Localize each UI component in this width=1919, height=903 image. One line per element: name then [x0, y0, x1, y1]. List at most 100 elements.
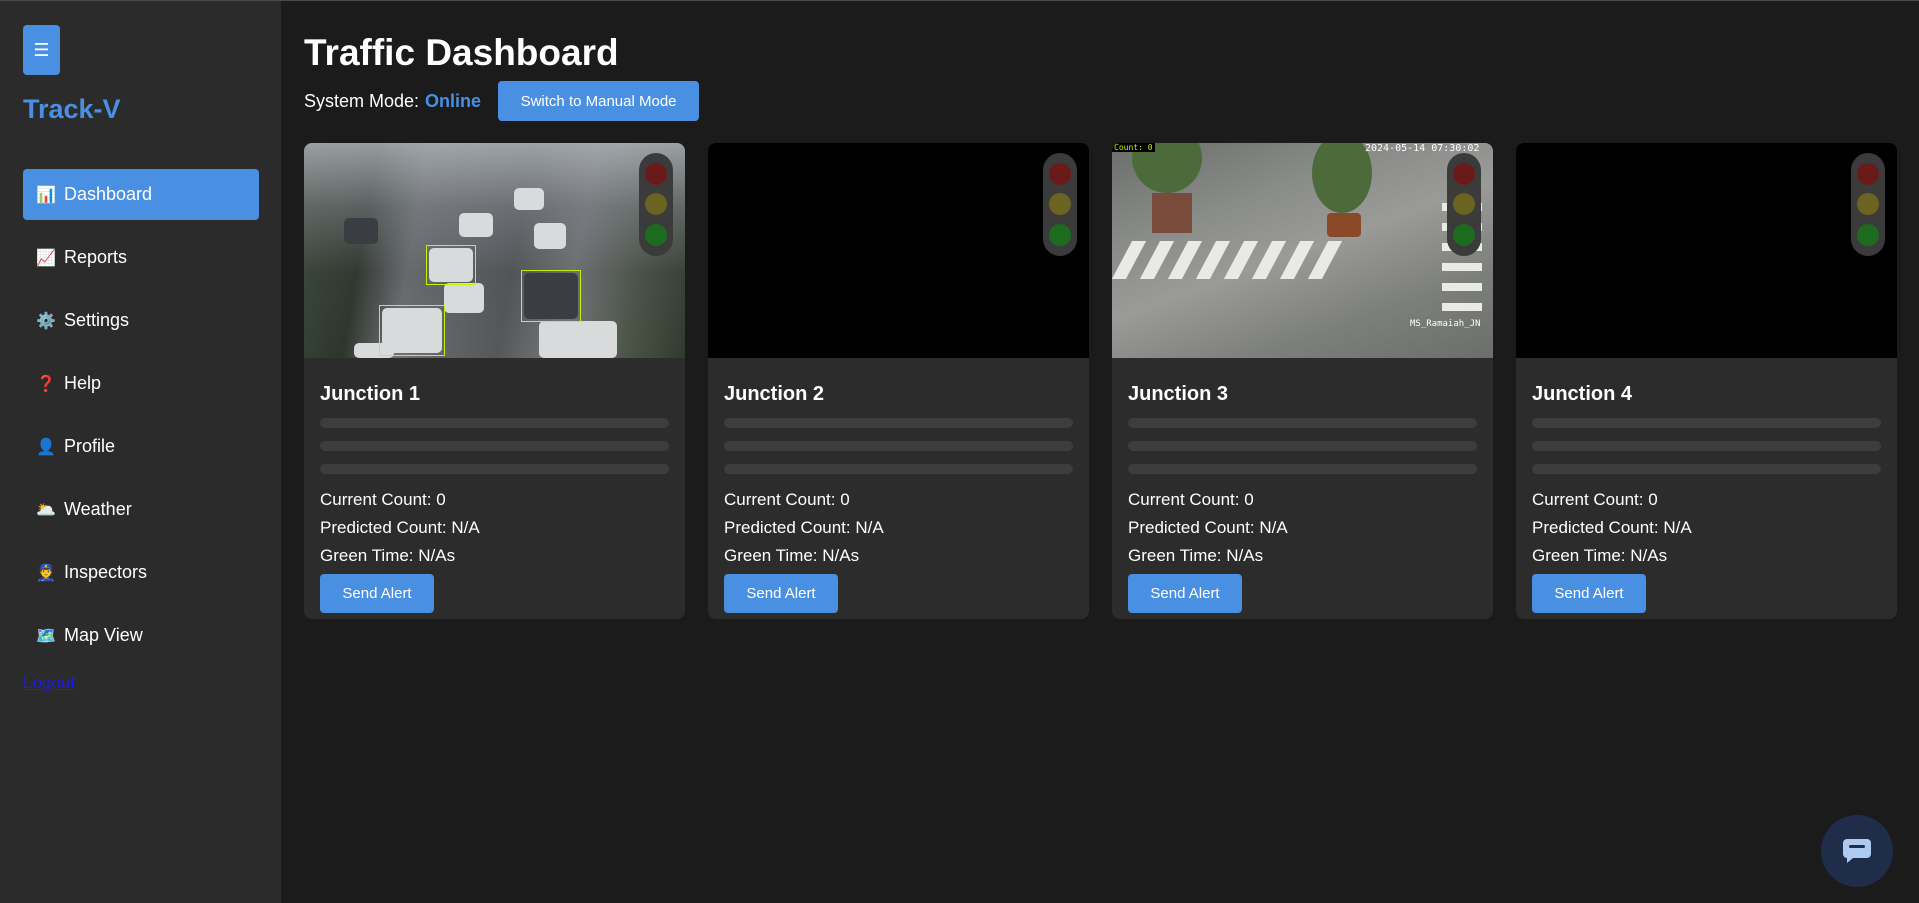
- loading-placeholder: [724, 464, 1073, 474]
- green-light-icon: [1857, 223, 1879, 246]
- loading-placeholder: [724, 441, 1073, 451]
- inspector-icon: 👮: [36, 563, 56, 582]
- planter: [1327, 213, 1361, 237]
- crosswalk-stripe: [1442, 283, 1482, 291]
- system-mode-status: Online: [425, 90, 482, 111]
- red-light-icon: [1857, 163, 1879, 186]
- page-title: Traffic Dashboard: [304, 32, 619, 73]
- detection-box: [521, 270, 581, 322]
- logout-link[interactable]: Logout: [23, 673, 75, 693]
- predicted-count: Predicted Count: N/A: [320, 518, 480, 537]
- camera-feed-junction-1: [304, 143, 685, 358]
- junction-card-2: Junction 2 Current Count: 0 Predicted Co…: [708, 143, 1089, 619]
- red-light-icon: [1453, 163, 1475, 186]
- crosswalk-stripe: [1307, 241, 1343, 279]
- sidebar-item-label: Settings: [64, 310, 130, 330]
- sidebar-item-dashboard[interactable]: 📊 Dashboard: [23, 169, 259, 220]
- main-content: Traffic Dashboard System Mode: Online Sw…: [304, 0, 1899, 903]
- junction-title: Junction 2: [724, 383, 825, 405]
- bar-chart-icon: 📊: [36, 185, 56, 204]
- camera-name: MS_Ramaiah_JN: [1410, 319, 1481, 329]
- loading-placeholder: [1128, 418, 1477, 428]
- chat-bubble-icon: [1843, 839, 1871, 863]
- send-alert-button[interactable]: Send Alert: [1128, 574, 1242, 613]
- loading-placeholder: [320, 464, 669, 474]
- crosswalk-stripe: [1195, 241, 1231, 279]
- vehicle: [459, 213, 493, 237]
- traffic-light: [639, 153, 673, 256]
- green-time: Green Time: N/As: [1532, 546, 1668, 565]
- sidebar-item-help[interactable]: ❓ Help: [23, 358, 259, 409]
- loading-placeholder: [1128, 441, 1477, 451]
- system-mode-row: System Mode: Online Switch to Manual Mod…: [304, 81, 700, 121]
- trend-chart-icon: 📈: [36, 248, 56, 267]
- map-icon: 🗺️: [36, 626, 56, 645]
- detection-box: [426, 245, 476, 285]
- send-alert-button[interactable]: Send Alert: [724, 574, 838, 613]
- loading-placeholder: [320, 418, 669, 428]
- predicted-count: Predicted Count: N/A: [1128, 518, 1288, 537]
- system-mode-label: System Mode:: [304, 90, 420, 111]
- camera-feed-junction-2: [708, 143, 1089, 358]
- crosswalk-stripe: [1167, 241, 1203, 279]
- camera-feed-junction-4: [1516, 143, 1897, 358]
- loading-placeholder: [1532, 441, 1881, 451]
- sidebar-item-label: Dashboard: [64, 184, 153, 204]
- sidebar-item-reports[interactable]: 📈 Reports: [23, 232, 259, 283]
- sidebar-item-label: Reports: [64, 247, 128, 267]
- traffic-light: [1447, 153, 1481, 256]
- vehicle: [514, 188, 544, 210]
- send-alert-button[interactable]: Send Alert: [320, 574, 434, 613]
- loading-placeholder: [320, 441, 669, 451]
- sidebar-item-weather[interactable]: 🌥️ Weather: [23, 484, 259, 535]
- green-time: Green Time: N/As: [1128, 546, 1264, 565]
- detection-box: [379, 305, 445, 356]
- crosswalk-stripe: [1442, 263, 1482, 271]
- green-time: Green Time: N/As: [320, 546, 456, 565]
- loading-placeholder: [1532, 418, 1881, 428]
- tree: [1312, 143, 1372, 213]
- chat-button[interactable]: [1821, 815, 1893, 887]
- sidebar-item-settings[interactable]: ⚙️ Settings: [23, 295, 259, 346]
- yellow-light-icon: [1049, 193, 1071, 216]
- junction-title: Junction 1: [320, 383, 421, 405]
- green-light-icon: [1049, 223, 1071, 246]
- crosswalk-stripe: [1442, 303, 1482, 311]
- brand-logo-text: Track-V: [23, 94, 121, 124]
- loading-placeholder: [724, 418, 1073, 428]
- crosswalk-stripe: [1279, 241, 1315, 279]
- green-light-icon: [1453, 223, 1475, 246]
- green-time: Green Time: N/As: [724, 546, 860, 565]
- current-count: Current Count: 0: [320, 490, 446, 509]
- loading-placeholder: [1532, 464, 1881, 474]
- yellow-light-icon: [645, 193, 667, 216]
- green-light-icon: [645, 223, 667, 246]
- send-alert-button[interactable]: Send Alert: [1532, 574, 1646, 613]
- red-light-icon: [1049, 163, 1071, 186]
- sidebar: ☰ Track-V 📊 Dashboard 📈 Reports ⚙️ Setti…: [0, 1, 281, 903]
- user-icon: 👤: [36, 437, 56, 456]
- gear-icon: ⚙️: [36, 311, 56, 330]
- junction-card-4: Junction 4 Current Count: 0 Predicted Co…: [1516, 143, 1897, 619]
- hamburger-menu-icon[interactable]: ☰: [23, 25, 60, 75]
- switch-mode-button[interactable]: Switch to Manual Mode: [498, 81, 700, 121]
- junction-cards: Junction 1 Current Count: 0 Predicted Co…: [304, 143, 1897, 619]
- current-count: Current Count: 0: [1128, 490, 1254, 509]
- yellow-light-icon: [1857, 193, 1879, 216]
- kiosk: [1152, 193, 1192, 233]
- sidebar-item-map-view[interactable]: 🗺️ Map View: [23, 610, 259, 661]
- red-light-icon: [645, 163, 667, 186]
- sidebar-item-inspectors[interactable]: 👮 Inspectors: [23, 547, 259, 598]
- junction-title: Junction 4: [1532, 383, 1633, 405]
- crosswalk-stripe: [1112, 241, 1147, 279]
- vehicle: [539, 321, 617, 358]
- yellow-light-icon: [1453, 193, 1475, 216]
- vehicle: [344, 218, 378, 244]
- predicted-count: Predicted Count: N/A: [724, 518, 884, 537]
- loading-placeholder: [1128, 464, 1477, 474]
- sidebar-item-label: Help: [64, 373, 102, 393]
- sidebar-item-label: Map View: [64, 625, 143, 645]
- sidebar-item-profile[interactable]: 👤 Profile: [23, 421, 259, 472]
- vehicle-count-overlay: Count: 0: [1112, 143, 1155, 152]
- current-count: Current Count: 0: [1532, 490, 1658, 509]
